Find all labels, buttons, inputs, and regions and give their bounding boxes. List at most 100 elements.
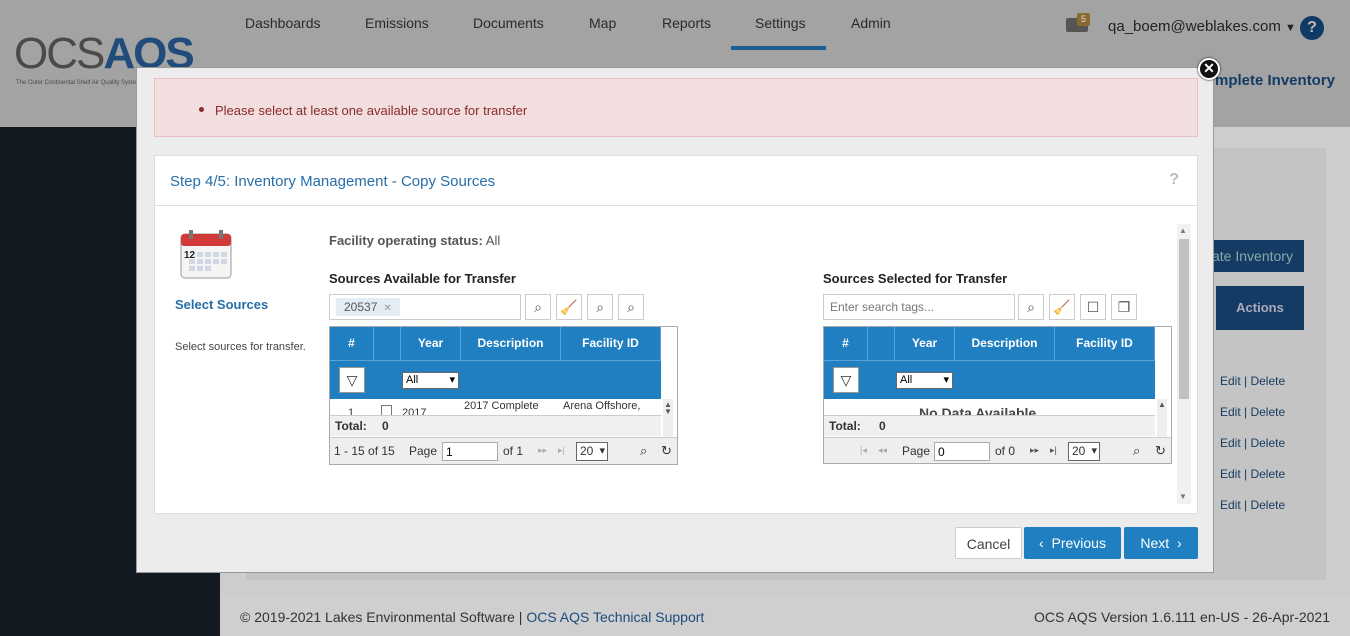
- search-icon[interactable]: ⌕: [1018, 294, 1044, 320]
- scroll-thumb[interactable]: [1179, 239, 1189, 399]
- clear-broom-icon[interactable]: 🧹: [556, 294, 582, 320]
- next-page-icon[interactable]: ▸▸: [538, 445, 547, 456]
- caret-down-icon: ▼: [1285, 22, 1296, 34]
- facility-status-value: All: [485, 233, 501, 248]
- year-filter-select[interactable]: All: [896, 372, 953, 389]
- help-icon[interactable]: ?: [1300, 16, 1324, 40]
- pager-range: 1 - 15 of 15: [334, 444, 395, 458]
- user-menu[interactable]: qa_boem@weblakes.com ▼: [1108, 18, 1296, 35]
- page-label: Page: [409, 444, 438, 458]
- footer-left: © 2019-2021 Lakes Environmental Software…: [240, 609, 705, 625]
- page-of: of 1: [503, 444, 524, 458]
- row-facility: Arena Offshore,: [563, 400, 641, 412]
- previous-label: Previous: [1051, 535, 1106, 551]
- col-description[interactable]: Description: [955, 327, 1055, 360]
- grid-header: # Year Description Facility ID: [330, 327, 661, 360]
- nav-settings[interactable]: Settings: [755, 15, 806, 31]
- error-alert: Please select at least one available sou…: [154, 78, 1198, 137]
- copyright: © 2019-2021 Lakes Environmental Software: [240, 609, 515, 625]
- facility-status: Facility operating status: All: [329, 233, 500, 248]
- version-text: OCS AQS Version 1.6.111 en-US - 26-Apr-2…: [1034, 609, 1330, 625]
- nav-dashboards[interactable]: Dashboards: [245, 15, 321, 31]
- refresh-icon[interactable]: ↻: [661, 443, 672, 459]
- nav-reports[interactable]: Reports: [662, 15, 711, 31]
- complete-inventory-link[interactable]: mplete Inventory: [1215, 72, 1335, 89]
- nav-map[interactable]: Map: [589, 15, 616, 31]
- col-year[interactable]: Year: [401, 327, 461, 360]
- total-row: Total: 0: [824, 415, 1155, 436]
- create-inventory-button[interactable]: ate Inventory: [1200, 240, 1304, 272]
- source-tag[interactable]: 20537 ✕: [336, 298, 400, 316]
- scroll-down-icon[interactable]: ▼: [1179, 492, 1187, 501]
- row-actions[interactable]: Edit | Delete: [1220, 374, 1285, 388]
- page-input[interactable]: [442, 442, 498, 461]
- col-facility-id[interactable]: Facility ID: [561, 327, 661, 360]
- footer: © 2019-2021 Lakes Environmental Software…: [220, 598, 1350, 636]
- filter-clear-icon[interactable]: ▽: [833, 367, 859, 393]
- remove-selected-icon[interactable]: ☐: [1080, 294, 1106, 320]
- search-icon[interactable]: ⌕: [525, 294, 551, 320]
- selected-title: Sources Selected for Transfer: [823, 271, 1008, 286]
- question-icon[interactable]: ?: [1169, 171, 1179, 189]
- scroll-up-icon[interactable]: ▲: [1179, 226, 1187, 235]
- search-select-icon[interactable]: ⌕: [587, 294, 613, 320]
- col-check: [374, 327, 401, 360]
- card-scrollbar[interactable]: ▲ ▼: [1177, 224, 1191, 504]
- next-button[interactable]: Next ›: [1124, 527, 1198, 559]
- logo-subtitle: The Outer Continental Shelf Air Quality …: [16, 80, 142, 86]
- row-actions[interactable]: Edit | Delete: [1220, 436, 1285, 450]
- total-row: Total: 0: [330, 415, 661, 436]
- nav-admin[interactable]: Admin: [851, 15, 891, 31]
- tag-label: 20537: [344, 300, 378, 314]
- page-size-select[interactable]: 20: [576, 442, 608, 461]
- prev-page-icon[interactable]: ◂◂: [878, 445, 887, 456]
- grid-scrollbar[interactable]: ▲ ▼: [663, 399, 673, 437]
- page-input[interactable]: [934, 442, 990, 461]
- first-page-icon[interactable]: |◂: [860, 445, 867, 456]
- tag-remove-icon[interactable]: ✕: [383, 303, 391, 314]
- nav-documents[interactable]: Documents: [473, 15, 544, 31]
- actions-column-header: Actions: [1216, 286, 1304, 330]
- refresh-icon[interactable]: ↻: [1155, 443, 1166, 459]
- bullet-icon: [199, 107, 204, 112]
- row-actions[interactable]: Edit | Delete: [1220, 405, 1285, 419]
- col-year[interactable]: Year: [895, 327, 955, 360]
- pager: |◂ ◂◂ Page of 0 ▸▸ ▸| 20 ⌕ ↻: [824, 437, 1171, 463]
- search-clear-icon[interactable]: ⌕: [618, 294, 644, 320]
- clear-broom-icon[interactable]: 🧹: [1049, 294, 1075, 320]
- next-label: Next: [1140, 535, 1170, 551]
- row-actions[interactable]: Edit | Delete: [1220, 467, 1285, 481]
- copy-icon[interactable]: ❐: [1111, 294, 1137, 320]
- last-page-icon[interactable]: ▸|: [558, 445, 565, 456]
- selected-tag-input[interactable]: Enter search tags...: [823, 294, 1015, 320]
- page-size-select[interactable]: 20: [1068, 442, 1100, 461]
- available-tag-input[interactable]: 20537 ✕: [329, 294, 521, 320]
- support-link[interactable]: OCS AQS Technical Support: [526, 609, 704, 625]
- col-description[interactable]: Description: [461, 327, 561, 360]
- chevron-left-icon: ‹: [1039, 535, 1044, 551]
- year-filter-select[interactable]: All: [402, 372, 459, 389]
- step-name: Select Sources: [175, 297, 269, 312]
- cancel-button[interactable]: Cancel: [955, 527, 1022, 559]
- find-icon[interactable]: ⌕: [1133, 443, 1140, 459]
- total-value: 0: [879, 419, 886, 433]
- col-number: #: [330, 327, 374, 360]
- col-number: #: [824, 327, 868, 360]
- copy-sources-modal: Please select at least one available sou…: [136, 67, 1214, 573]
- close-icon[interactable]: ✕: [1198, 58, 1220, 80]
- chevron-right-icon: ›: [1176, 535, 1182, 551]
- row-actions[interactable]: Edit | Delete: [1220, 498, 1285, 512]
- grid-scrollbar[interactable]: ▲: [1157, 399, 1167, 437]
- active-tab-indicator: [731, 46, 826, 50]
- last-page-icon[interactable]: ▸|: [1050, 445, 1057, 456]
- find-icon[interactable]: ⌕: [640, 443, 647, 459]
- next-page-icon[interactable]: ▸▸: [1030, 445, 1039, 456]
- total-value: 0: [382, 419, 389, 433]
- col-facility-id[interactable]: Facility ID: [1055, 327, 1155, 360]
- filter-clear-icon[interactable]: ▽: [339, 367, 365, 393]
- page-of: of 0: [995, 444, 1016, 458]
- nav-emissions[interactable]: Emissions: [365, 15, 429, 31]
- facility-status-label: Facility operating status:: [329, 233, 483, 248]
- card-header: Step 4/5: Inventory Management - Copy So…: [155, 156, 1197, 206]
- previous-button[interactable]: ‹ Previous: [1024, 527, 1121, 559]
